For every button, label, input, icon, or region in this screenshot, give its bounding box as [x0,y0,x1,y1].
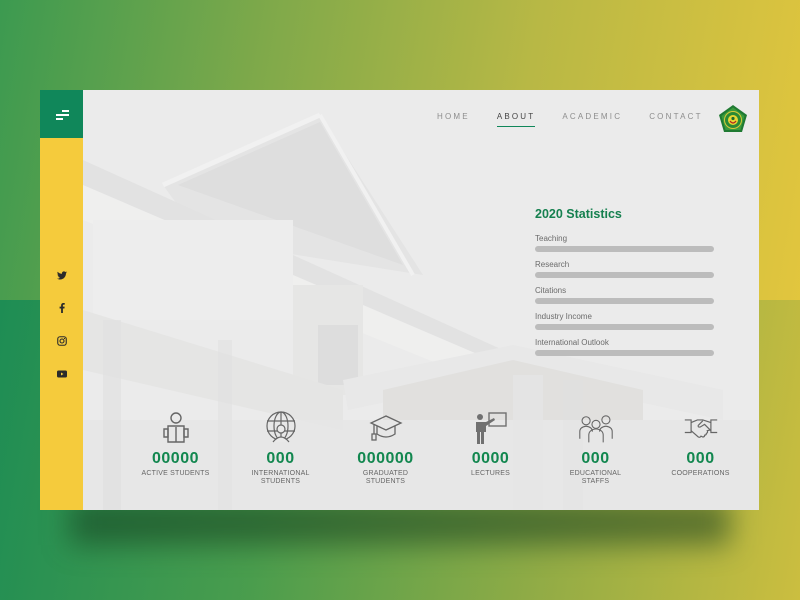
graduation-cap-icon [368,415,403,441]
counter-value: 000 [266,450,295,467]
progress-bar-industry-income [535,324,714,330]
lecturer-board-icon [475,412,507,444]
counter-international-students: 000 INTERNATIONAL STUDENTS [228,410,333,486]
stat-label: Citations [535,286,567,295]
twitter-link[interactable] [40,266,83,284]
reading-student-icon [162,412,189,443]
sidebar [40,90,83,510]
progress-bar-teaching [535,246,714,252]
twitter-icon [56,270,67,279]
staff-group-icon [578,415,613,443]
nav-contact[interactable]: CONTACT [649,112,702,127]
nav-about[interactable]: ABOUT [496,112,536,127]
stat-label: International Outlook [535,338,609,347]
nav-home[interactable]: HOME [437,112,470,127]
counter-label: ACTIVE STUDENTS [141,470,210,477]
stat-label: Research [535,260,570,269]
university-emblem-logo[interactable] [718,104,748,134]
statistics-title: 2020 Statistics [535,207,622,221]
counter-label: EDUCATIONAL STAFFS [569,470,622,485]
counter-label: COOPERATIONS [671,470,730,477]
nav-academic[interactable]: ACADEMIC [562,112,622,127]
main-area: HOME ABOUT ACADEMIC CONTACT 2020 Statist… [83,90,759,510]
counter-value: 000 [581,450,610,467]
counter-value: 0000 [471,450,510,467]
instagram-link[interactable] [40,332,83,350]
stat-row-citations: Citations [535,286,720,304]
globe-person-icon [265,411,296,443]
stat-row-teaching: Teaching [535,234,720,252]
youtube-link[interactable] [40,365,83,383]
progress-bar-research [535,272,714,278]
statistics-panel: 2020 Statistics Teaching Research Citati… [535,207,720,364]
counter-lectures: 0000 LECTURES [438,410,543,486]
main-nav: HOME ABOUT ACADEMIC CONTACT [437,112,730,127]
counter-label: GRADUATED STUDENTS [362,470,409,485]
stat-label: Teaching [535,234,568,243]
counter-active-students: 00000 ACTIVE STUDENTS [123,410,228,486]
counter-cooperations: 000 COOPERATIONS [648,410,753,486]
stat-row-international-outlook: International Outlook [535,338,720,356]
counter-label: LECTURES [471,470,510,477]
stat-label: Industry Income [535,312,592,321]
counter-label: INTERNATIONAL STUDENTS [251,470,310,485]
counter-educational-staffs: 000 EDUCATIONAL STAFFS [543,410,648,486]
facebook-link[interactable] [40,299,83,317]
progress-bar-international-outlook [535,350,714,356]
counter-value: 00000 [152,450,199,467]
counter-value: 000000 [357,450,414,467]
instagram-icon [56,336,67,346]
counter-graduated-students: 000000 GRADUATED STUDENTS [333,410,438,486]
landing-card: HOME ABOUT ACADEMIC CONTACT 2020 Statist… [40,90,759,510]
stat-row-industry-income: Industry Income [535,312,720,330]
counter-value: 000 [686,450,715,467]
menu-button[interactable] [40,90,83,138]
progress-bar-citations [535,298,714,304]
handshake-icon [684,419,717,438]
stat-row-research: Research [535,260,720,278]
youtube-icon [56,370,67,378]
counters-row: 00000 ACTIVE STUDENTS 000 INTERNATIONAL … [123,410,753,486]
facebook-icon [59,303,65,313]
